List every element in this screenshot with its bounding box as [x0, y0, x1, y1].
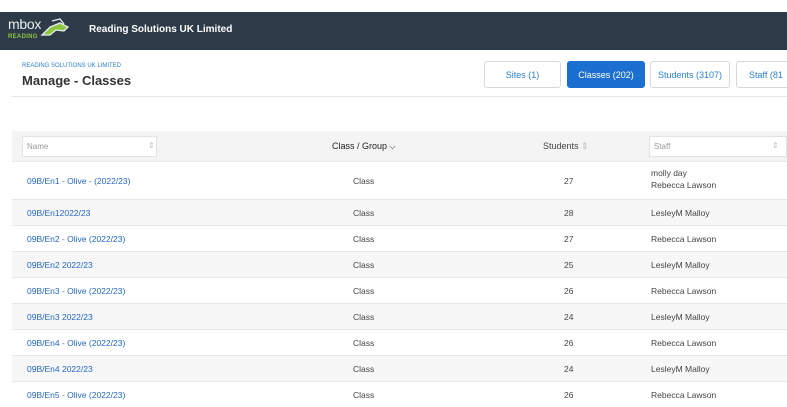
class-type: Class — [353, 363, 375, 374]
table-row[interactable]: 09B/En4 2022/23 Class 24 LesleyM Malloy — [12, 355, 787, 381]
class-group-label: Class / Group — [332, 141, 388, 151]
class-name-link[interactable]: 09B/En3 - Olive (2022/23) — [27, 286, 125, 296]
staff-name: Rebecca Lawson — [651, 285, 717, 296]
tab-students[interactable]: Students (3107) — [650, 61, 730, 88]
class-name-link[interactable]: 09B/En4 - Olive (2022/23) — [27, 338, 125, 348]
student-count: 26 — [564, 285, 574, 296]
student-count: 24 — [564, 311, 574, 322]
students-column-header[interactable]: Students ⇕ — [543, 131, 589, 161]
hand-book-logo-icon — [40, 18, 70, 36]
chevron-down-icon: ⌵ — [389, 142, 396, 151]
class-name-link[interactable]: 09B/En3 2022/23 — [27, 312, 93, 322]
class-group-filter-select[interactable]: Class / Group ⌵ — [332, 131, 396, 161]
class-name-link[interactable]: 09B/En1 - Olive - (2022/23) — [27, 176, 130, 186]
class-name-link[interactable]: 09B/En12022/23 — [27, 208, 90, 218]
class-name-link[interactable]: 09B/En4 2022/23 — [27, 364, 93, 374]
table-row[interactable]: 09B/En2 2022/23 Class 25 LesleyM Malloy — [12, 251, 787, 277]
sort-icon: ⇕ — [581, 141, 589, 151]
student-count: 25 — [564, 259, 574, 270]
staff-name: Rebecca Lawson — [651, 180, 717, 190]
class-type: Class — [353, 207, 375, 218]
top-navigation-bar: mbox READING Reading Solutions UK Limite… — [0, 12, 787, 50]
table-row[interactable]: 09B/En2 - Olive (2022/23) Class 27 Rebecca … — [12, 225, 787, 251]
class-type: Class — [353, 285, 375, 296]
staff-name: Rebecca Lawson — [651, 389, 717, 400]
student-count: 26 — [564, 337, 574, 348]
class-type: Class — [353, 337, 375, 348]
class-type: Class — [353, 311, 375, 322]
class-type: Class — [353, 259, 375, 270]
table-header: Name ⇕ Class / Group ⌵ Students ⇕ Staff … — [12, 131, 787, 161]
staff-name: molly day — [651, 168, 687, 178]
table-row[interactable]: 09B/En3 - Olive (2022/23) Class 26 Rebecca … — [12, 277, 787, 303]
sort-icon[interactable]: ⇕ — [148, 141, 155, 150]
sort-icon[interactable]: ⇕ — [772, 141, 779, 150]
class-type: Class — [353, 233, 375, 244]
student-count: 27 — [564, 233, 574, 244]
student-count: 28 — [564, 207, 574, 218]
staff-name: LesleyM Malloy — [651, 311, 710, 322]
table-row[interactable]: 09B/En1 - Olive - (2022/23) Class 27 molly … — [12, 161, 787, 199]
class-type: Class — [353, 389, 375, 400]
class-type: Class — [353, 175, 375, 186]
tab-classes[interactable]: Classes (202) — [567, 61, 645, 88]
student-count: 27 — [564, 175, 574, 186]
staff-filter-input[interactable]: Staff — [649, 136, 787, 157]
staff-name: Rebecca Lawson — [651, 233, 717, 244]
table-row[interactable]: 09B/En12022/23 Class 28 LesleyM Malloy — [12, 199, 787, 225]
table-row[interactable]: 09B/En3 2022/23 Class 24 LesleyM Malloy — [12, 303, 787, 329]
class-name-link[interactable]: 09B/En5 - Olive (2022/23) — [27, 390, 125, 400]
page-title: Manage - Classes — [22, 73, 132, 88]
staff-name: Rebecca Lawson — [651, 337, 717, 348]
tab-staff[interactable]: Staff (81 — [736, 61, 787, 88]
staff-name: LesleyM Malloy — [651, 207, 710, 218]
organization-name: Reading Solutions UK Limited — [89, 24, 233, 35]
staff-name: LesleyM Malloy — [651, 259, 710, 270]
students-header-label: Students — [543, 141, 579, 151]
staff-name: LesleyM Malloy — [651, 363, 710, 374]
breadcrumb[interactable]: READING SOLUTIONS UK LIMITED — [22, 63, 121, 69]
name-filter-input[interactable]: Name — [22, 136, 157, 157]
app-logo-subtext: READING — [8, 34, 38, 40]
class-name-link[interactable]: 09B/En2 2022/23 — [27, 260, 93, 270]
class-name-link[interactable]: 09B/En2 - Olive (2022/23) — [27, 234, 125, 244]
classes-table: Name ⇕ Class / Group ⌵ Students ⇕ Staff … — [12, 131, 787, 407]
student-count: 24 — [564, 363, 574, 374]
student-count: 26 — [564, 389, 574, 400]
table-body: 09B/En1 - Olive - (2022/23) Class 27 molly … — [12, 161, 787, 407]
tab-sites[interactable]: Sites (1) — [484, 61, 561, 88]
table-row[interactable]: 09B/En4 - Olive (2022/23) Class 26 Rebecca … — [12, 329, 787, 355]
app-logo-text[interactable]: mbox — [8, 16, 41, 32]
table-row[interactable]: 09B/En5 - Olive (2022/23) Class 26 Rebecca … — [12, 381, 787, 407]
